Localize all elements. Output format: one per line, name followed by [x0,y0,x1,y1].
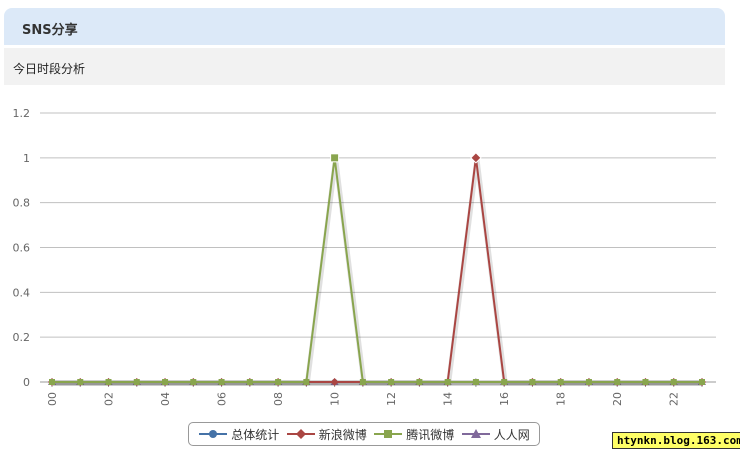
series-line [52,157,702,383]
data-point [388,379,395,385]
data-point [585,379,592,385]
legend-swatch [199,430,228,438]
y-tick-label: 0.8 [13,197,31,210]
data-point [330,153,340,163]
data-point [557,379,564,385]
legend-label: 总体统计 [231,427,280,442]
legend-label: 人人网 [493,427,530,442]
y-tick-label: 0.4 [13,286,31,299]
legend-swatch [461,429,490,438]
data-point [670,379,677,385]
y-tick-label: 1.2 [13,107,31,120]
legend-swatch [374,430,403,438]
data-point [133,379,140,385]
x-tick-label: 20 [611,392,624,406]
x-tick-label: 04 [159,392,172,406]
data-point [49,379,55,385]
data-point [501,379,508,385]
data-point [699,379,705,385]
x-tick-label: 08 [272,392,285,406]
data-point [77,379,84,385]
x-tick-label: 14 [442,392,455,406]
legend-label: 新浪微博 [318,427,367,442]
data-point [529,379,536,385]
data-point [190,379,197,385]
panel-title: SNS分享 [22,23,78,38]
x-tick-label: 12 [385,392,398,406]
y-tick-label: 0.6 [13,242,31,255]
data-point [303,379,310,385]
x-tick-label: 22 [668,392,681,406]
x-tick-label: 10 [329,392,342,406]
series-line [52,157,702,383]
y-tick-label: 0.2 [13,331,31,344]
legend-label: 腾讯微博 [406,427,455,442]
data-point [472,379,479,385]
panel-header: SNS分享 [4,8,725,45]
section-header: 今日时段分析 [4,48,725,85]
legend-swatch [286,429,315,439]
series-shadow [53,158,703,386]
x-tick-label: 18 [555,392,568,406]
line-chart: 0 0.2 0.4 0.6 0.8 1 1.2 00 02 04 06 08 10 12 14 16 18 20 2… [13,107,716,406]
data-point [275,379,282,385]
chart-legend: 总体统计 新浪微博 腾讯微博 人人网 [188,422,540,446]
data-point [218,379,225,385]
legend-item[interactable]: 腾讯微博 [373,426,454,443]
series-shadow [53,158,703,386]
data-point [246,379,253,385]
y-tick-label: 1 [23,152,30,165]
data-point [359,379,366,385]
section-title: 今日时段分析 [13,62,86,76]
data-point [416,379,423,385]
x-tick-label: 06 [216,392,229,406]
data-point [614,379,621,385]
legend-item[interactable]: 人人网 [461,426,530,443]
legend-item[interactable]: 总体统计 [198,426,279,443]
x-tick-label: 02 [103,392,116,406]
x-tick-label: 16 [498,392,511,406]
data-point [444,379,451,385]
data-point [105,379,112,385]
data-point [642,379,649,385]
watermark: htynkn.blog.163.com [612,432,740,449]
y-tick-label: 0 [23,376,30,389]
x-tick-label: 00 [46,392,59,406]
data-point [162,379,169,385]
legend-item[interactable]: 新浪微博 [286,426,367,443]
